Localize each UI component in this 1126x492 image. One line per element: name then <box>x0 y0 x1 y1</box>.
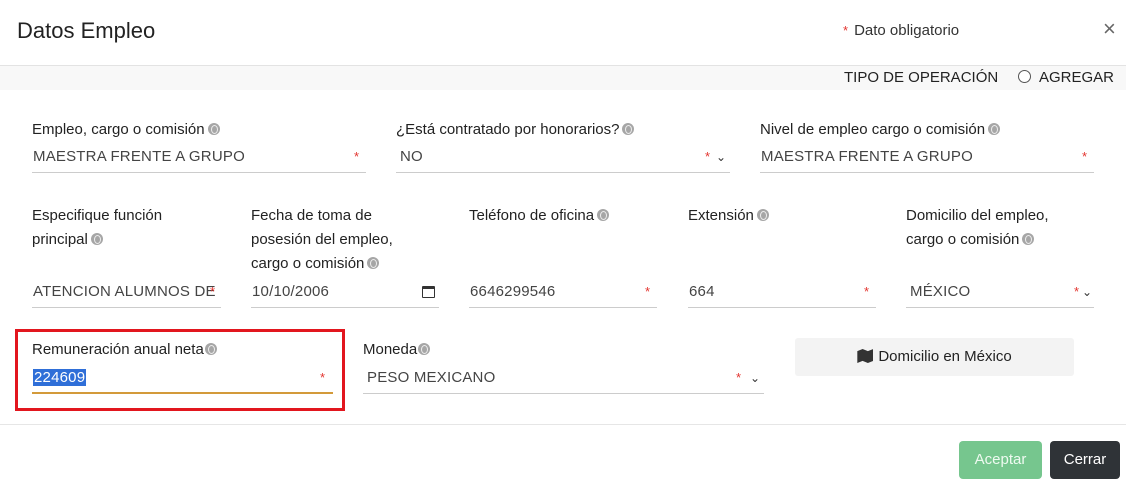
funcion-value: ATENCION ALUMNOS DE <box>33 283 216 300</box>
required-star-icon: * <box>645 284 651 299</box>
remuneracion-label: Remuneración anual neta <box>32 341 204 358</box>
fecha-label-line2: posesión del empleo, <box>251 231 393 248</box>
globe-icon <box>1022 233 1035 245</box>
telefono-label: Teléfono de oficina <box>469 207 595 224</box>
moneda-label: Moneda <box>363 341 418 358</box>
honorarios-field: ¿Está contratado por honorarios? <box>396 118 635 142</box>
moneda-value: PESO MEXICANO <box>367 369 496 386</box>
telefono-field: Teléfono de oficina <box>469 204 610 228</box>
calendar-icon[interactable] <box>422 286 435 298</box>
funcion-label-line2: principal <box>32 231 88 248</box>
empleo-input[interactable]: MAESTRA FRENTE A GRUPO * <box>32 143 366 173</box>
required-star-icon: * <box>320 370 326 385</box>
telefono-value: 6646299546 <box>470 283 556 300</box>
globe-icon <box>367 257 380 269</box>
footer-divider <box>0 424 1126 425</box>
honorarios-select[interactable]: NO * ⌄ <box>396 143 730 173</box>
extension-field: Extensión <box>688 204 769 228</box>
domicilio-mexico-button[interactable]: Domicilio en México <box>795 338 1074 376</box>
domicilio-select[interactable]: MÉXICO * ⌄ <box>906 278 1094 308</box>
chevron-down-icon[interactable]: ⌄ <box>1082 278 1092 306</box>
extension-input[interactable]: 664 * <box>688 278 876 308</box>
required-star-icon: * <box>864 284 870 299</box>
globe-icon <box>622 123 635 135</box>
domicilio-mexico-label: Domicilio en México <box>878 348 1012 365</box>
required-star-icon: * <box>843 23 849 38</box>
domicilio-label-line2: cargo o comisión <box>906 231 1020 248</box>
nivel-value: MAESTRA FRENTE A GRUPO <box>761 148 973 165</box>
extension-value: 664 <box>689 283 715 300</box>
fecha-value: 10/10/2006 <box>252 283 330 300</box>
fecha-field: Fecha de toma de posesión del empleo, ca… <box>251 204 393 276</box>
required-star-icon: * <box>210 284 216 299</box>
nivel-field: Nivel de empleo cargo o comisión <box>760 118 1001 142</box>
remuneracion-value: 224609 <box>33 369 87 386</box>
empleo-field: Empleo, cargo o comisión <box>32 118 220 142</box>
honorarios-value: NO <box>400 148 423 165</box>
required-star-icon: * <box>1082 149 1088 164</box>
fecha-input[interactable]: 10/10/2006 <box>251 278 439 308</box>
nivel-label: Nivel de empleo cargo o comisión <box>760 121 986 138</box>
globe-icon <box>90 233 103 245</box>
funcion-field: Especifique función principal <box>32 204 162 252</box>
globe-icon <box>597 209 610 221</box>
modal-title: Datos Empleo <box>17 18 156 43</box>
chevron-down-icon[interactable]: ⌄ <box>750 364 760 392</box>
map-marker-icon <box>857 349 874 363</box>
globe-icon <box>756 209 769 221</box>
empleo-value: MAESTRA FRENTE A GRUPO <box>33 148 245 165</box>
agregar-radio-label[interactable]: AGREGAR <box>1039 69 1114 86</box>
required-star-icon: * <box>705 149 711 164</box>
globe-icon <box>418 343 431 355</box>
domicilio-field: Domicilio del empleo, cargo o comisión <box>906 204 1049 252</box>
modal-header: Datos Empleo * Dato obligatorio × <box>0 0 1126 66</box>
required-star-icon: * <box>736 370 742 385</box>
honorarios-label: ¿Está contratado por honorarios? <box>396 121 620 138</box>
remuneracion-field: Remuneración anual neta <box>32 338 217 362</box>
globe-icon <box>207 123 220 135</box>
close-button[interactable]: Cerrar <box>1050 441 1120 479</box>
close-icon[interactable]: × <box>1103 18 1116 40</box>
funcion-input[interactable]: ATENCION ALUMNOS DE * <box>32 278 221 308</box>
nivel-input[interactable]: MAESTRA FRENTE A GRUPO * <box>760 143 1094 173</box>
accept-button[interactable]: Aceptar <box>959 441 1042 479</box>
extension-label: Extensión <box>688 207 754 224</box>
required-star-icon: * <box>354 149 360 164</box>
domicilio-label-line1: Domicilio del empleo, <box>906 207 1049 224</box>
moneda-select[interactable]: PESO MEXICANO * ⌄ <box>363 364 764 394</box>
fecha-label-line1: Fecha de toma de <box>251 207 372 224</box>
telefono-input[interactable]: 6646299546 * <box>469 278 657 308</box>
operation-type-label: TIPO DE OPERACIÓN <box>844 69 999 86</box>
globe-icon <box>988 123 1001 135</box>
required-legend: * Dato obligatorio <box>843 22 959 39</box>
empleo-label: Empleo, cargo o comisión <box>32 121 205 138</box>
funcion-label-line1: Especifique función <box>32 207 163 224</box>
required-legend-text: Dato obligatorio <box>854 22 960 39</box>
operation-bar: TIPO DE OPERACIÓN <box>0 66 1126 90</box>
domicilio-value: MÉXICO <box>910 283 971 300</box>
globe-icon <box>204 343 217 355</box>
chevron-down-icon[interactable]: ⌄ <box>716 143 726 171</box>
remuneracion-input[interactable]: 224609 * <box>32 364 333 394</box>
fecha-label-line3: cargo o comisión <box>251 255 365 272</box>
required-star-icon: * <box>1074 284 1080 299</box>
agregar-radio[interactable] <box>1018 70 1031 83</box>
moneda-field: Moneda <box>363 338 431 362</box>
